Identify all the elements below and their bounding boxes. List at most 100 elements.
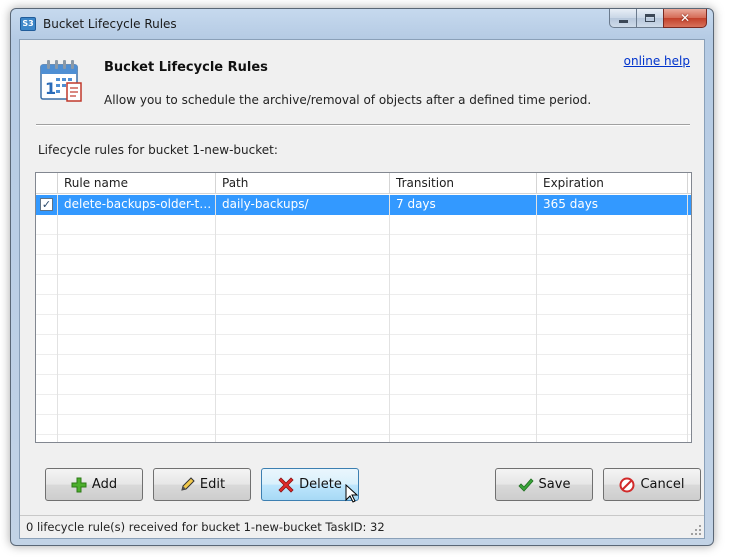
- empty-cell: [58, 315, 216, 335]
- empty-cell: [58, 255, 216, 275]
- edit-button-label: Edit: [199, 477, 226, 492]
- empty-cell: [390, 395, 537, 415]
- empty-cell: [36, 335, 58, 355]
- empty-cell: [537, 435, 688, 442]
- calendar-icon: 1: [40, 60, 82, 102]
- plus-icon: [71, 477, 87, 492]
- resize-grip-icon[interactable]: [690, 524, 702, 536]
- rules-label: Lifecycle rules for bucket 1-new-bucket:: [38, 143, 278, 157]
- empty-table-row: [36, 435, 691, 442]
- window-controls: ✕: [609, 9, 707, 29]
- empty-cell: [58, 395, 216, 415]
- empty-cell: [390, 335, 537, 355]
- empty-cell: [58, 215, 216, 235]
- empty-cell: [390, 255, 537, 275]
- close-button[interactable]: ✕: [663, 9, 707, 28]
- empty-cell: [537, 215, 688, 235]
- lifecycle-rules-window: S3 Bucket Lifecycle Rules ✕ 1 Bucket Lif…: [10, 8, 714, 546]
- pencil-icon: [181, 476, 195, 491]
- empty-cell: [537, 255, 688, 275]
- checkmark-icon: [517, 477, 534, 492]
- empty-cell: [537, 395, 688, 415]
- rule-name-cell: delete-backups-older-than-365-days: [58, 195, 216, 215]
- expiration-cell: 365 days: [537, 195, 688, 215]
- header-title: Bucket Lifecycle Rules: [104, 60, 268, 75]
- empty-table-row: [36, 415, 691, 435]
- empty-cell: [216, 375, 390, 395]
- empty-cell: [216, 435, 390, 442]
- empty-cell: [390, 235, 537, 255]
- delete-button-label: Delete: [299, 477, 342, 492]
- empty-cell: [537, 315, 688, 335]
- empty-cell: [216, 235, 390, 255]
- status-bar: 0 lifecycle rule(s) received for bucket …: [20, 515, 704, 538]
- title-bar[interactable]: S3 Bucket Lifecycle Rules ✕: [11, 9, 713, 37]
- empty-cell: [537, 355, 688, 375]
- column-header-path[interactable]: Path: [216, 173, 390, 194]
- dialog-client-area: 1 Bucket Lifecycle Rules Allow you to sc…: [19, 39, 705, 539]
- window-title: Bucket Lifecycle Rules: [43, 17, 177, 31]
- no-entry-icon: [619, 477, 635, 492]
- empty-table-row: [36, 235, 691, 255]
- empty-cell: [216, 315, 390, 335]
- empty-table-row: [36, 275, 691, 295]
- empty-cell: [390, 415, 537, 435]
- empty-table-row: [36, 255, 691, 275]
- s3-app-icon: S3: [20, 17, 36, 31]
- save-button[interactable]: Save: [495, 468, 593, 501]
- empty-table-row: [36, 295, 691, 315]
- close-icon: ✕: [679, 11, 691, 25]
- minimize-button[interactable]: [609, 9, 636, 28]
- empty-cell: [537, 415, 688, 435]
- transition-cell: 7 days: [390, 195, 537, 215]
- rule-enabled-checkbox[interactable]: ✓: [40, 198, 53, 211]
- empty-cell: [216, 295, 390, 315]
- path-cell: daily-backups/: [216, 195, 390, 215]
- empty-cell: [537, 235, 688, 255]
- empty-cell: [390, 355, 537, 375]
- table-header: Rule name Path Transition Expiration: [36, 173, 691, 194]
- empty-cell: [537, 295, 688, 315]
- add-button-label: Add: [91, 477, 118, 492]
- empty-table-row: [36, 375, 691, 395]
- save-button-label: Save: [538, 477, 571, 492]
- add-button[interactable]: Add: [45, 468, 143, 501]
- empty-table-row: [36, 335, 691, 355]
- empty-cell: [36, 355, 58, 375]
- table-row[interactable]: ✓ delete-backups-older-than-365-days dai…: [36, 195, 691, 215]
- empty-cell: [36, 215, 58, 235]
- empty-table-row: [36, 355, 691, 375]
- cancel-button-label: Cancel: [640, 477, 685, 492]
- empty-cell: [216, 255, 390, 275]
- empty-cell: [58, 415, 216, 435]
- empty-table-row: [36, 215, 691, 235]
- empty-cell: [36, 255, 58, 275]
- empty-cell: [537, 375, 688, 395]
- edit-button[interactable]: Edit: [153, 468, 251, 501]
- online-help-link[interactable]: online help: [624, 54, 690, 68]
- empty-cell: [390, 435, 537, 442]
- column-header-expiration[interactable]: Expiration: [537, 173, 688, 194]
- empty-cell: [36, 415, 58, 435]
- status-text: 0 lifecycle rule(s) received for bucket …: [26, 520, 385, 534]
- column-header-transition[interactable]: Transition: [390, 173, 537, 194]
- empty-cell: [36, 315, 58, 335]
- lifecycle-rules-table[interactable]: Rule name Path Transition Expiration ✓ d…: [35, 172, 692, 443]
- empty-cell: [36, 235, 58, 255]
- empty-cell: [36, 295, 58, 315]
- empty-cell: [537, 335, 688, 355]
- red-x-icon: [278, 476, 294, 493]
- column-header-rule-name[interactable]: Rule name: [58, 173, 216, 194]
- dialog-header: 1 Bucket Lifecycle Rules Allow you to sc…: [20, 40, 704, 132]
- empty-cell: [216, 215, 390, 235]
- empty-cell: [58, 275, 216, 295]
- cancel-button[interactable]: Cancel: [603, 468, 701, 501]
- empty-cell: [216, 355, 390, 375]
- empty-cell: [390, 315, 537, 335]
- minimize-icon: [618, 19, 628, 23]
- row-checkbox-cell[interactable]: ✓: [36, 195, 58, 215]
- maximize-button[interactable]: [636, 9, 663, 28]
- empty-cell: [537, 275, 688, 295]
- empty-cell: [36, 375, 58, 395]
- empty-cell: [216, 335, 390, 355]
